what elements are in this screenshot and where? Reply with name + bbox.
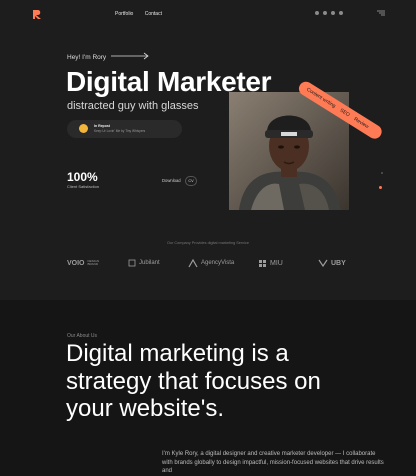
repost-card[interactable]: In Repost Keep Ur Lovin' Me by Tiny Whis…	[67, 120, 182, 138]
nav-link-portfolio[interactable]: Portfolio	[115, 11, 133, 17]
repost-text: Keep Ur Lovin' Me by Tiny Whispers	[94, 129, 146, 133]
brand-voio: VOIO DESIGN BRAND	[67, 256, 102, 270]
miu-logo-icon	[259, 259, 266, 267]
satisfaction-label: Client Satisfaction	[67, 184, 100, 189]
brand-design-text: DESIGN BRAND	[87, 258, 100, 266]
hero-section: Portfolio Contact Hey! I'm Rory Digital …	[0, 0, 416, 300]
greeting-text: Hey! I'm Rory	[67, 54, 107, 61]
ribbon-item-seo: SEO	[338, 107, 351, 119]
brand-logo[interactable]	[32, 9, 43, 20]
dribbble-icon[interactable]	[331, 11, 335, 15]
brand-voio-text: VOIO	[67, 259, 85, 267]
brand-miu: MIU	[258, 256, 283, 270]
brand-miu-text: MIU	[270, 259, 283, 267]
agencyvista-logo-icon	[188, 258, 198, 267]
repost-title: In Repost	[94, 124, 110, 128]
jubilant-logo-icon	[128, 259, 136, 267]
cv-button[interactable]: CV	[185, 176, 197, 186]
about-kicker: Our About Us	[67, 333, 98, 339]
navbar: Portfolio Contact	[0, 0, 416, 28]
brand-jubilant: Jubilant	[128, 256, 160, 270]
x-icon[interactable]	[339, 11, 343, 15]
wave-hand-icon	[79, 124, 88, 133]
brands-caption: Our Company Provides digital marketing S…	[167, 241, 249, 245]
brand-agencyvista: AgencyVista	[188, 256, 234, 270]
uby-logo-icon	[318, 259, 328, 267]
hero-subtitle: distracted guy with glasses	[67, 100, 199, 112]
scroll-indicator-dot[interactable]	[379, 186, 382, 189]
menu-icon[interactable]	[377, 10, 385, 16]
about-bio: I'm Kyle Rory, a digital designer and cr…	[162, 451, 384, 475]
brand-jubilant-text: Jubilant	[139, 260, 160, 266]
brand-agencyvista-text: AgencyVista	[201, 260, 235, 266]
satisfaction-value: 100%	[67, 170, 98, 184]
twitter-icon[interactable]	[323, 11, 327, 15]
brand-uby-text: UBY	[331, 259, 346, 267]
facebook-icon[interactable]	[315, 11, 319, 15]
decorative-dot	[381, 172, 383, 174]
brand-uby: UBY	[318, 256, 346, 270]
about-heading: Digital marketing is a strategy that foc…	[66, 340, 321, 423]
nav-links: Portfolio Contact	[115, 11, 172, 17]
social-links	[315, 11, 343, 15]
ribbon-item-review: Review	[352, 116, 370, 131]
arrow-right-icon	[111, 52, 149, 60]
download-label[interactable]: Download	[162, 178, 181, 183]
nav-link-contact[interactable]: Contact	[145, 11, 162, 17]
